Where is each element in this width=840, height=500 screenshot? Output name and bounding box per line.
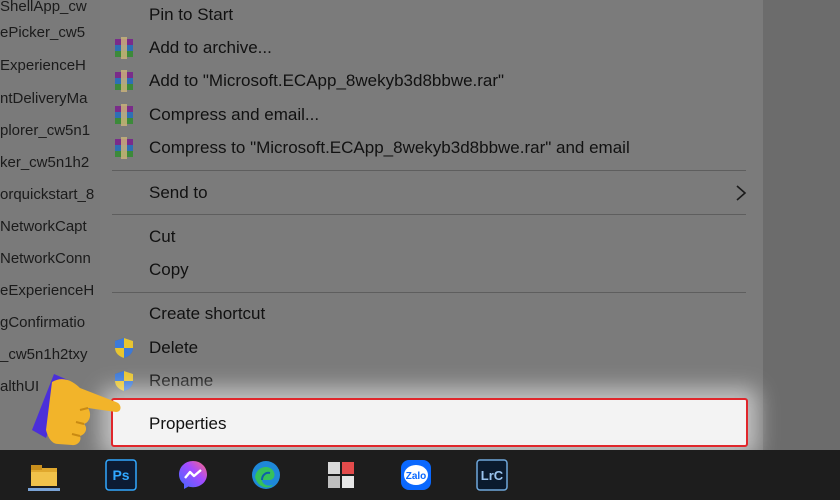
edge-icon[interactable]: [250, 459, 282, 491]
pointing-hand-icon: [28, 368, 124, 450]
explorer-background: [763, 0, 840, 450]
menu-item-add-to-archive[interactable]: Add to archive...: [100, 32, 763, 64]
chevron-right-icon: [734, 185, 748, 201]
menu-item-cut[interactable]: Cut: [100, 221, 763, 253]
lightroom-label: LrC: [481, 468, 504, 483]
file-item[interactable]: NetworkConn: [0, 244, 91, 274]
winrar-icon: [113, 70, 135, 92]
menu-item-create-shortcut[interactable]: Create shortcut: [100, 298, 763, 330]
winrar-icon: [113, 137, 135, 159]
menu-item-label: Add to archive...: [149, 38, 272, 57]
zalo-icon[interactable]: Zalo: [400, 459, 432, 491]
menu-item-label: Properties: [149, 414, 227, 433]
menu-item-label: Create shortcut: [149, 304, 266, 323]
menu-item-label: Cut: [149, 227, 176, 246]
file-item[interactable]: gConfirmatio: [0, 308, 85, 338]
menu-item-pin-to-start[interactable]: Pin to Start: [100, 0, 763, 31]
menu-item-label: Pin to Start: [149, 5, 234, 24]
taskbar: Ps Zalo LrC: [0, 450, 840, 500]
menu-separator: [112, 170, 746, 171]
file-item[interactable]: ker_cw5n1h2: [0, 148, 89, 178]
file-item[interactable]: ntDeliveryMa: [0, 84, 88, 114]
menu-item-delete[interactable]: Delete: [100, 332, 763, 364]
menu-item-compress-and-email[interactable]: Compress and email...: [100, 99, 763, 131]
menu-item-label: Compress to "Microsoft.ECApp_8wekyb3d8bb…: [149, 138, 630, 157]
file-item[interactable]: _cw5n1h2txy: [0, 340, 88, 370]
menu-item-add-to-rar[interactable]: Add to "Microsoft.ECApp_8wekyb3d8bbwe.ra…: [100, 65, 763, 97]
file-item[interactable]: eExperienceH: [0, 276, 94, 306]
winrar-icon: [113, 37, 135, 59]
file-item[interactable]: plorer_cw5n1: [0, 116, 90, 146]
context-menu: Pin to Start Add to archive... Add to "M…: [100, 0, 763, 450]
file-item[interactable]: orquickstart_8: [0, 180, 94, 210]
menu-item-label: Delete: [149, 338, 199, 357]
menu-item-copy[interactable]: Copy: [100, 254, 763, 286]
winrar-icon: [113, 104, 135, 126]
lightroom-classic-icon[interactable]: LrC: [476, 459, 508, 491]
file-item[interactable]: ExperienceH: [0, 51, 86, 81]
photoshop-icon[interactable]: Ps: [105, 459, 137, 491]
menu-separator: [112, 292, 746, 293]
uac-shield-icon: [113, 337, 135, 359]
zalo-label: Zalo: [406, 471, 427, 482]
menu-item-send-to[interactable]: Send to: [100, 177, 763, 209]
menu-item-compress-to-rar-and-email[interactable]: Compress to "Microsoft.ECApp_8wekyb3d8bb…: [100, 132, 763, 164]
menu-item-label: Rename: [149, 371, 214, 390]
file-item[interactable]: NetworkCapt: [0, 212, 87, 242]
file-explorer-icon[interactable]: [28, 459, 60, 491]
menu-item-rename[interactable]: Rename: [100, 365, 763, 397]
menu-item-properties[interactable]: Properties: [111, 398, 748, 447]
menu-item-label: Compress and email...: [149, 105, 320, 124]
menu-separator: [112, 214, 746, 215]
menu-item-label: Copy: [149, 260, 189, 279]
app-grid-icon[interactable]: [325, 459, 357, 491]
photoshop-label: Ps: [112, 467, 129, 483]
file-item[interactable]: ePicker_cw5: [0, 18, 85, 48]
messenger-icon[interactable]: [177, 459, 209, 491]
menu-item-label: Send to: [149, 183, 208, 202]
menu-item-label: Add to "Microsoft.ECApp_8wekyb3d8bbwe.ra…: [149, 71, 505, 90]
